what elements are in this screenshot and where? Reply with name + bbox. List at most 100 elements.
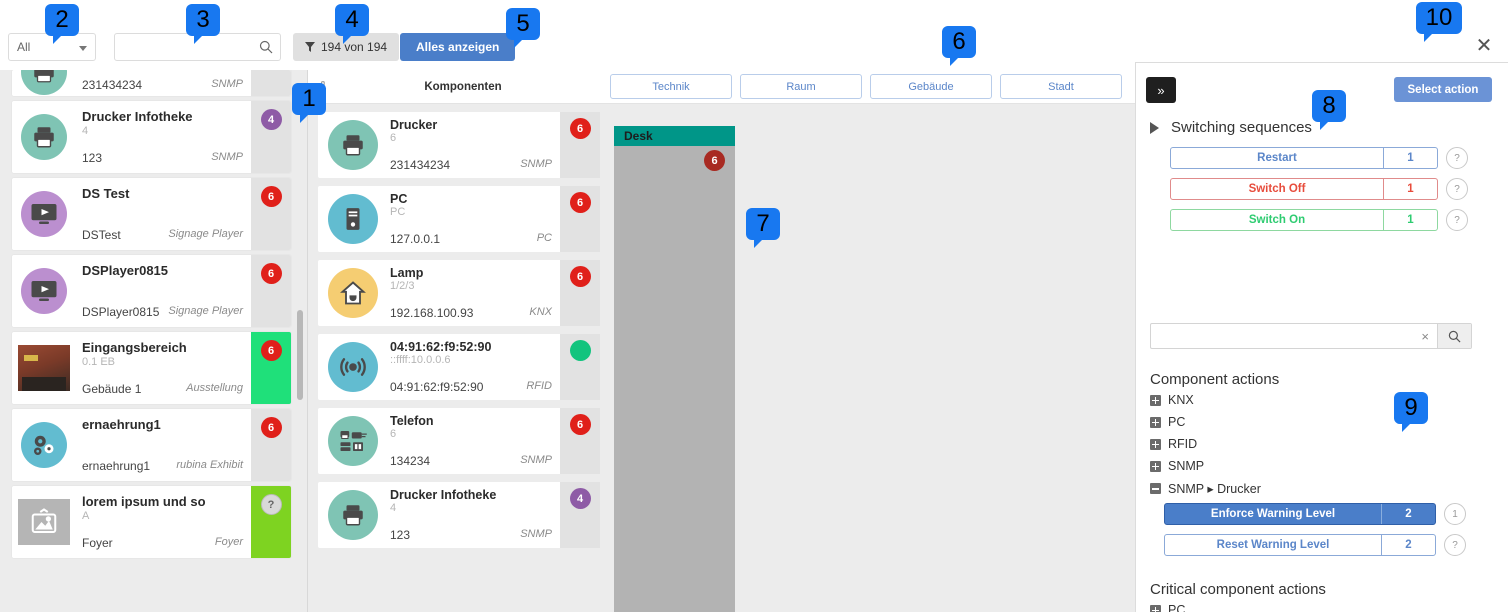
sequence-count: 1: [1383, 148, 1437, 168]
component-actions-title: Component actions: [1150, 371, 1280, 388]
desk-zone[interactable]: Desk 6: [614, 126, 735, 612]
printer-icon: [21, 114, 67, 160]
tab-stadt[interactable]: Stadt: [1000, 74, 1122, 99]
components-list[interactable]: Drucker 6 231434234 SNMP 6 PC PC 127.0.0.1 PC 6 La…: [308, 104, 614, 612]
minus-box-icon[interactable]: [1150, 483, 1161, 494]
filter-count-label: 194 von 194: [321, 40, 388, 54]
component-item[interactable]: Drucker 6 231434234 SNMP 6: [318, 112, 600, 178]
component-action-row: Reset Warning Level 2?: [1164, 534, 1466, 556]
action-search-input[interactable]: [1157, 327, 1417, 345]
tree-node-label: PC: [1168, 415, 1186, 429]
tab-gebäude[interactable]: Gebäude: [870, 74, 992, 99]
collapse-panel-icon[interactable]: »: [1146, 77, 1176, 103]
list-item[interactable]: lorem ipsum und so A Foyer Foyer?: [12, 486, 291, 558]
building-photo-icon: [18, 345, 70, 391]
component-body: PC PC 127.0.0.1 PC: [388, 186, 560, 252]
item-body: DSPlayer0815 DSPlayer0815 Signage Player: [76, 255, 251, 327]
show-all-button[interactable]: Alles anzeigen: [400, 33, 516, 61]
component-foot-left: 04:91:62:f9:52:90: [390, 380, 484, 394]
tree-node[interactable]: PC: [1150, 415, 1185, 429]
help-icon[interactable]: ?: [1446, 209, 1468, 231]
item-foot-right: rubina Exhibit: [176, 459, 243, 471]
component-action-count: 2: [1381, 504, 1435, 524]
list-item[interactable]: ernaehrung1 ernaehrung1 rubina Exhibit 6: [12, 409, 291, 481]
component-item[interactable]: 04:91:62:f9:52:90::ffff:10.0.0.6 04:91:62…: [318, 334, 600, 400]
component-icon-wrap: [318, 482, 388, 548]
signage-player-icon: [21, 268, 67, 314]
component-action-button[interactable]: Enforce Warning Level 2: [1164, 503, 1436, 525]
component-action-row: Enforce Warning Level 2 1: [1164, 503, 1466, 525]
chevron-right-icon: [1150, 121, 1159, 134]
status-badge: 6: [569, 266, 591, 287]
item-foot-right: Ausstellung: [186, 382, 243, 394]
component-badge-column: 6: [560, 408, 600, 474]
sequence-count: 1: [1383, 179, 1437, 199]
sequence-button[interactable]: Switch On 1: [1170, 209, 1438, 231]
item-badge-column: 6: [251, 332, 291, 404]
plus-box-icon[interactable]: [1150, 604, 1161, 612]
tree-node[interactable]: RFID: [1150, 437, 1197, 451]
help-icon[interactable]: ?: [1444, 534, 1466, 556]
component-badge-column: 6: [560, 260, 600, 326]
component-icon-wrap: [318, 408, 388, 474]
item-body: 231434234 SNMP: [76, 70, 251, 96]
status-badge: 6: [569, 118, 591, 139]
left-object-list[interactable]: 231434234 SNMP Drucker Infotheke 4 123 SNMP…: [0, 70, 308, 612]
plus-box-icon[interactable]: [1150, 394, 1161, 406]
status-badge: 6: [260, 263, 282, 284]
help-icon[interactable]: 1: [1444, 503, 1466, 525]
list-item[interactable]: Drucker Infotheke 4 123 SNMP 4: [12, 101, 291, 173]
component-action-button[interactable]: Reset Warning Level 2: [1164, 534, 1436, 556]
component-subtitle: 4: [390, 502, 397, 514]
item-foot-left: ernaehrung1: [82, 459, 151, 473]
left-list-scrollbar[interactable]: [297, 310, 303, 400]
left-list-items: Drucker Infotheke 4 123 SNMP 4 DS Test DSTest S…: [0, 101, 307, 558]
annotation-marker-4: 4: [335, 4, 369, 44]
item-icon-wrap: [12, 409, 76, 481]
help-icon[interactable]: ?: [1446, 178, 1468, 200]
help-icon[interactable]: ?: [1446, 147, 1468, 169]
tree-node[interactable]: SNMP: [1150, 459, 1204, 473]
action-search-field[interactable]: ×: [1150, 323, 1472, 349]
tab-technik[interactable]: Technik: [610, 74, 732, 99]
item-title: Eingangsbereich: [82, 340, 187, 355]
plus-box-icon[interactable]: [1150, 460, 1161, 472]
funnel-icon: [305, 42, 315, 52]
signage-player-icon: [21, 191, 67, 237]
tab-raum[interactable]: Raum: [740, 74, 862, 99]
component-item[interactable]: Telefon 6 134234 SNMP 6: [318, 408, 600, 474]
item-foot-right: Signage Player: [168, 305, 243, 317]
tree-node[interactable]: KNX: [1150, 393, 1194, 407]
filter-type-select[interactable]: All: [8, 33, 96, 61]
list-item[interactable]: Eingangsbereich 0.1 EB Gebäude 1 Ausstellun…: [12, 332, 291, 404]
list-item-partial[interactable]: 231434234 SNMP: [12, 70, 291, 96]
item-badge-column: 6: [251, 178, 291, 250]
item-body: ernaehrung1 ernaehrung1 rubina Exhibit: [76, 409, 251, 481]
component-body: Drucker 6 231434234 SNMP: [388, 112, 560, 178]
component-item[interactable]: Drucker Infotheke 4 123 SNMP 4: [318, 482, 600, 548]
view-canvas[interactable]: Desk 6: [614, 104, 1135, 612]
clear-icon[interactable]: ×: [1421, 329, 1429, 344]
list-item[interactable]: DS Test DSTest Signage Player 6: [12, 178, 291, 250]
close-icon[interactable]: ✕: [1474, 36, 1494, 56]
component-item[interactable]: PC PC 127.0.0.1 PC 6: [318, 186, 600, 252]
annotation-marker-3: 3: [186, 4, 220, 44]
tree-node[interactable]: SNMP ▸ Drucker: [1150, 481, 1261, 496]
component-body: Drucker Infotheke 4 123 SNMP: [388, 482, 560, 548]
search-input[interactable]: [121, 37, 251, 57]
search-icon: [1448, 330, 1461, 342]
select-action-button[interactable]: Select action: [1394, 77, 1492, 102]
switching-sequences-header[interactable]: Switching sequences: [1150, 119, 1312, 136]
component-item[interactable]: Lamp 1/2/3 192.168.100.93 KNX 6: [318, 260, 600, 326]
component-subtitle: ::ffff:10.0.0.6: [390, 354, 451, 366]
sequence-label: Restart: [1257, 152, 1297, 164]
sequence-button[interactable]: Switch Off 1: [1170, 178, 1438, 200]
sequence-button[interactable]: Restart 1: [1170, 147, 1438, 169]
component-body: Telefon 6 134234 SNMP: [388, 408, 560, 474]
plus-box-icon[interactable]: [1150, 416, 1161, 428]
list-item[interactable]: DSPlayer0815 DSPlayer0815 Signage Player 6: [12, 255, 291, 327]
critical-tree-node[interactable]: PC: [1150, 603, 1185, 612]
action-search-button[interactable]: [1437, 324, 1471, 348]
plus-box-icon[interactable]: [1150, 438, 1161, 450]
component-foot-right: PC: [536, 232, 552, 244]
